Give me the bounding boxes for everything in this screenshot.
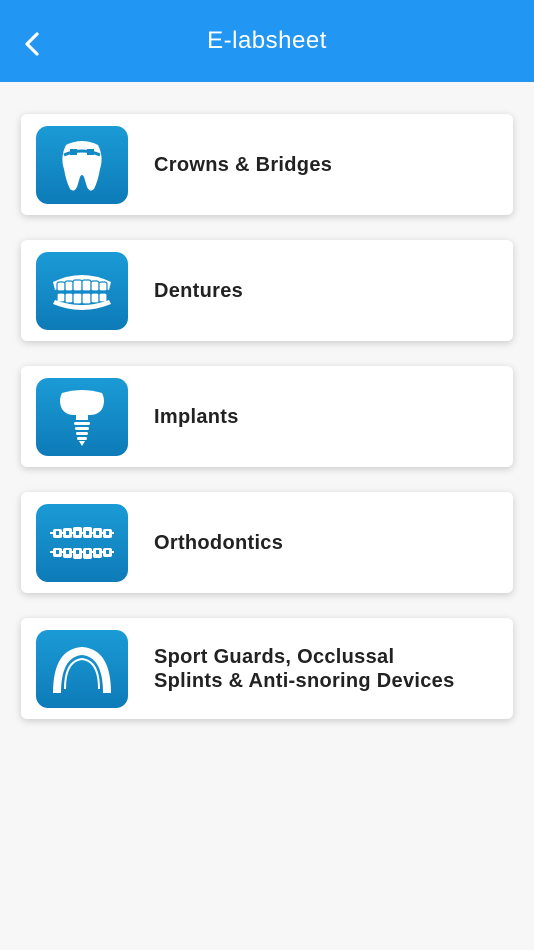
back-button[interactable] — [16, 28, 48, 60]
dental-implant-icon — [60, 389, 104, 446]
category-label: Sport Guards, Occlussal Splints & Anti-s… — [154, 645, 455, 692]
tooth-crown-icon — [62, 140, 102, 191]
chevron-left-icon — [25, 32, 39, 56]
dentures-icon — [53, 274, 111, 310]
icon-tile — [36, 251, 128, 330]
category-label: Crowns & Bridges — [154, 153, 333, 176]
mouth-guard-icon — [53, 646, 111, 693]
category-implants[interactable]: Implants — [21, 366, 513, 467]
category-sport-guards[interactable]: Sport Guards, Occlussal Splints & Anti-s… — [21, 618, 513, 719]
category-list: Crowns & Bridges Dentures Implants Ortho… — [0, 82, 534, 719]
category-label: Dentures — [154, 279, 244, 302]
icon-tile — [36, 503, 128, 582]
category-dentures[interactable]: Dentures — [21, 240, 513, 341]
app-header: E-labsheet — [0, 0, 534, 82]
braces-icon — [50, 526, 114, 559]
icon-tile — [36, 377, 128, 456]
page-title: E-labsheet — [207, 27, 327, 54]
category-crowns-bridges[interactable]: Crowns & Bridges — [21, 114, 513, 215]
icon-tile — [36, 125, 128, 204]
category-orthodontics[interactable]: Orthodontics — [21, 492, 513, 593]
icon-tile — [36, 629, 128, 708]
category-label: Orthodontics — [154, 531, 284, 554]
category-label: Implants — [154, 405, 239, 428]
